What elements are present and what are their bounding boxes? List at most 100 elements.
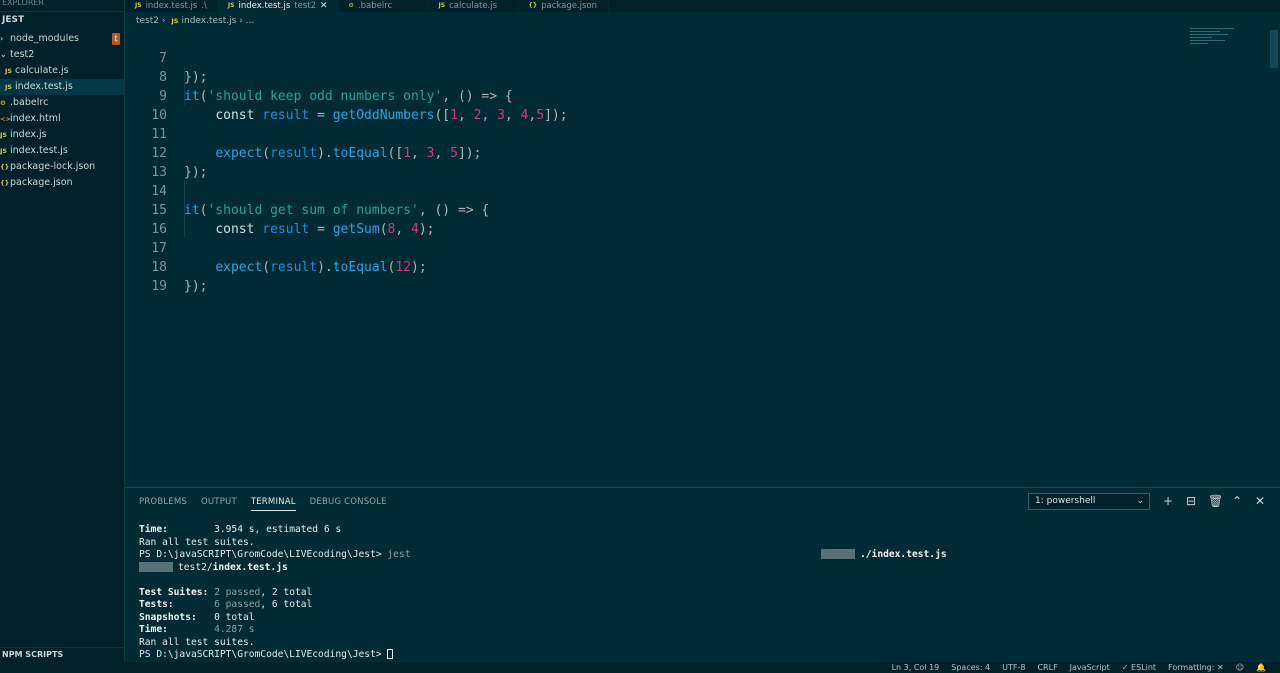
status-eol[interactable]: CRLF <box>1037 663 1057 671</box>
code-line: 7 }); <box>125 30 207 85</box>
tab-index-test-js-test2[interactable]: JS index.test.js test2 ✕ <box>217 0 339 12</box>
breadcrumb-symbol[interactable]: ... <box>246 16 255 26</box>
status-bar: Ln 3, Col 19 Spaces: 4 UTF-8 CRLF JavaSc… <box>0 662 1280 673</box>
code-line: 8 it('should keep odd numbers only', () … <box>125 49 513 104</box>
status-cursor-position[interactable]: Ln 3, Col 19 <box>892 663 940 671</box>
javascript-file-icon: JS <box>0 147 8 155</box>
breadcrumb: test2 › JS index.test.js › ... <box>125 13 254 29</box>
breadcrumb-folder[interactable]: test2 <box>136 16 159 26</box>
line-number: 19 <box>151 279 167 294</box>
maximize-panel-icon[interactable]: ⌃ <box>1231 493 1243 509</box>
tab-babelrc[interactable]: ⚙ .babelrc <box>339 0 429 12</box>
tree-item-index-html[interactable]: <> index.html <box>0 111 124 127</box>
pass-badge <box>821 549 855 559</box>
tree-item-package-lock-json[interactable]: {} package-lock.json <box>0 159 124 175</box>
terminal-line: Tests: 6 passed, 6 total <box>139 599 313 610</box>
terminal-line: test2/index.test.js <box>139 561 410 575</box>
file-tree: › node_modules t ⌄ test2 JS calculate.js… <box>0 31 124 191</box>
tree-item-label: package.json <box>10 177 73 188</box>
tree-item-label: calculate.js <box>15 65 69 76</box>
explorer-sidebar: EXPLORER JEST › node_modules t ⌄ test2 J… <box>0 0 125 673</box>
code-text: }); <box>184 279 208 294</box>
terminal-selector[interactable]: 1: powershell ⌄ <box>1028 493 1150 510</box>
tree-item-test2-index-test-js[interactable]: JS index.test.js <box>0 79 124 95</box>
npm-scripts-section-header[interactable]: NPM SCRIPTS <box>0 647 125 661</box>
split-terminal-icon[interactable]: ⊟ <box>1185 493 1197 509</box>
terminal-selector-value: 1: powershell <box>1035 496 1096 506</box>
tab-path-hint: test2 <box>294 1 316 11</box>
status-formatting[interactable]: Formatting: ✕ <box>1168 663 1224 671</box>
code-text: expect(result).toEqual([1, 3, 5]); <box>215 146 482 161</box>
tree-item-calculate-js[interactable]: JS calculate.js <box>0 63 124 79</box>
status-indentation[interactable]: Spaces: 4 <box>951 663 990 671</box>
terminal-output[interactable]: Time: 3.954 s, estimated 6 s Ran all tes… <box>139 524 947 662</box>
minimap[interactable] <box>1190 28 1240 52</box>
terminal-line: Ran all test suites. <box>139 536 255 548</box>
tab-label: package.json <box>541 1 598 11</box>
terminal-line: Snapshots: 0 total <box>139 611 255 623</box>
tab-index-test-js-root[interactable]: JS index.test.js .\ <box>125 0 218 12</box>
terminal-line: PS D:\javaSCRIPT\GromCode\LIVEcoding\Jes… <box>139 649 410 662</box>
code-text: const result = getSum(8, 4); <box>215 222 435 237</box>
code-line: 12 }); <box>125 125 207 180</box>
status-eslint[interactable]: ✓ ESLint <box>1122 663 1156 671</box>
chevron-down-icon: ⌄ <box>1136 496 1144 506</box>
chevron-right-icon: › <box>0 34 4 43</box>
chevron-down-icon: ⌄ <box>0 50 7 59</box>
terminal-line: Time: 4.287 s <box>139 624 255 635</box>
tab-problems[interactable]: PROBLEMS <box>139 495 187 511</box>
javascript-file-icon: JS <box>5 67 13 75</box>
tree-item-babelrc[interactable]: ⚙ .babelrc <box>0 95 124 111</box>
javascript-file-icon: JS <box>135 2 142 9</box>
pass-badge <box>139 561 173 572</box>
code-text: it('should get sum of numbers', () => { <box>184 203 490 218</box>
tab-calculate-js[interactable]: JS calculate.js <box>429 0 519 12</box>
javascript-file-icon: JS <box>438 2 446 9</box>
editor-scrollbar-thumb[interactable] <box>1270 30 1278 68</box>
tab-debug-console[interactable]: DEBUG CONSOLE <box>310 495 387 511</box>
tab-package-json[interactable]: {} package.json <box>519 0 609 12</box>
tree-item-label: index.html <box>10 113 61 124</box>
tree-item-test2-folder[interactable]: ⌄ test2 <box>0 47 124 63</box>
tree-item-index-js[interactable]: JS index.js <box>0 127 124 143</box>
tab-label: .babelrc <box>357 1 393 11</box>
explorer-title: EXPLORER <box>2 0 44 7</box>
tab-output[interactable]: OUTPUT <box>201 495 237 511</box>
code-text: it('should keep odd numbers only', () =>… <box>184 89 513 104</box>
close-icon[interactable]: ✕ <box>320 2 328 11</box>
terminal-line: Time: 3.954 s, estimated 6 s <box>139 524 342 535</box>
status-language[interactable]: JavaScript <box>1070 663 1110 671</box>
code-line: 9 const result = getOddNumbers([1, 2, 3,… <box>125 68 567 123</box>
code-text: expect(result).toEqual(12); <box>215 260 427 275</box>
tree-item-label: node_modules <box>10 33 80 44</box>
json-file-icon: {} <box>0 179 10 187</box>
editor-tab-bar: JS index.test.js .\ JS index.test.js tes… <box>125 0 1280 12</box>
code-line: 17 expect(result).toEqual(12); <box>125 220 426 275</box>
tree-item-label: test2 <box>10 49 35 60</box>
status-encoding[interactable]: UTF-8 <box>1002 663 1025 671</box>
breadcrumb-file[interactable]: index.test.js <box>181 16 236 26</box>
code-line: 10 <box>125 87 167 123</box>
add-terminal-icon[interactable]: + <box>1162 493 1174 509</box>
code-line: 18 }); <box>125 239 207 294</box>
bottom-panel: PROBLEMS OUTPUT TERMINAL DEBUG CONSOLE 1… <box>125 487 1280 662</box>
javascript-file-icon: JS <box>171 17 179 25</box>
panel-tabs: PROBLEMS OUTPUT TERMINAL DEBUG CONSOLE <box>139 495 387 511</box>
tree-item-node-modules[interactable]: › node_modules t <box>0 31 124 47</box>
trash-icon[interactable]: 🗑 <box>1208 493 1223 509</box>
tree-item-label: .babelrc <box>10 97 49 108</box>
workspace-section-header[interactable]: JEST <box>0 11 124 27</box>
tree-item-package-json[interactable]: {} package.json <box>0 175 124 191</box>
code-line: 13 <box>125 144 167 180</box>
code-line: 16 <box>125 201 167 237</box>
code-line: 11 expect(result).toEqual([1, 3, 5]); <box>125 106 481 161</box>
babel-config-icon: ⚙ <box>348 2 354 9</box>
javascript-file-icon: JS <box>0 131 8 139</box>
tab-terminal[interactable]: TERMINAL <box>250 495 296 511</box>
feedback-icon[interactable]: ☺ <box>1236 663 1244 671</box>
bell-icon[interactable]: 🔔 <box>1256 663 1266 671</box>
code-editor[interactable]: 7 }); 8 it('should keep odd numbers only… <box>125 29 1280 487</box>
tree-item-index-test-js[interactable]: JS index.test.js <box>0 143 124 159</box>
close-icon[interactable]: ✕ <box>1254 493 1266 509</box>
